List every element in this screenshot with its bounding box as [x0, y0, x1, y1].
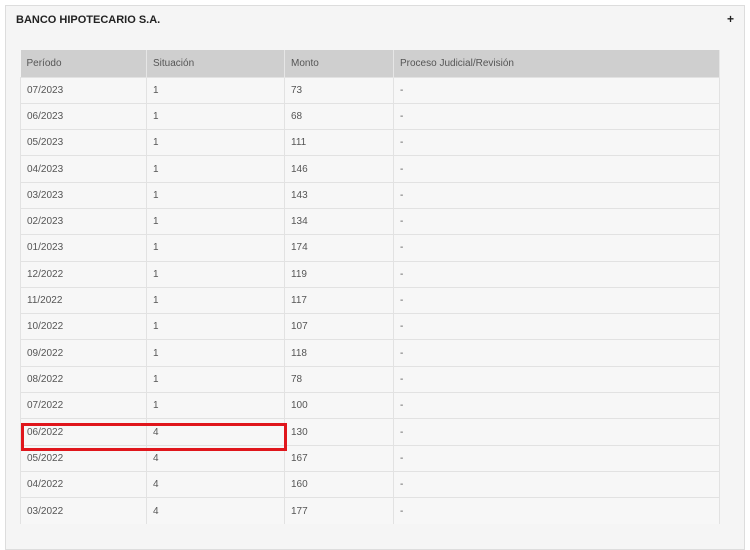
cell-situacion: 1 [146, 392, 285, 419]
cell-monto: 167 [284, 444, 394, 472]
table-row: 03/2023 1 143- [20, 181, 720, 209]
cell-monto: 174 [284, 234, 394, 262]
table-row: 08/2022 1 78- [20, 365, 720, 393]
cell-periodo: 04/2023 [20, 155, 147, 183]
cell-periodo: 04/2022 [20, 470, 147, 498]
cell-monto: 177 [284, 497, 394, 525]
table-row: 07/2023 1 73- [20, 76, 720, 104]
cell-monto: 118 [284, 339, 394, 367]
cell-proceso: - [393, 260, 720, 288]
cell-periodo: 03/2022 [20, 497, 147, 525]
cell-proceso: - [393, 497, 720, 525]
table-row: 05/2023 1 111- [20, 129, 720, 156]
cell-proceso: - [393, 234, 720, 262]
table-row: 03/2022 4 177- [20, 497, 720, 525]
cell-periodo: 02/2023 [20, 207, 147, 235]
cell-situacion: 1 [146, 155, 285, 183]
column-header-monto: Monto [284, 50, 394, 77]
cell-proceso: - [393, 339, 720, 367]
expand-icon[interactable]: + [727, 12, 734, 26]
cell-periodo: 09/2022 [20, 339, 147, 367]
cell-proceso: - [393, 365, 720, 393]
cell-monto: 130 [284, 418, 394, 446]
cell-proceso: - [393, 155, 720, 183]
cell-monto: 143 [284, 181, 394, 209]
cell-monto: 160 [284, 470, 394, 498]
panel-title: BANCO HIPOTECARIO S.A. [16, 14, 161, 26]
cell-proceso: - [393, 76, 720, 104]
cell-monto: 73 [284, 76, 394, 104]
cell-monto: 100 [284, 392, 394, 419]
table-row: 06/2023 1 68- [20, 102, 720, 130]
cell-situacion: 1 [146, 313, 285, 340]
cell-proceso: - [393, 392, 720, 419]
cell-monto: 111 [284, 129, 394, 156]
cell-proceso: - [393, 286, 720, 314]
cell-proceso: - [393, 418, 720, 446]
cell-situacion: 1 [146, 260, 285, 288]
highlight-box [21, 423, 287, 451]
cell-monto: 117 [284, 286, 394, 314]
cell-periodo: 06/2023 [20, 102, 147, 130]
cell-monto: 78 [284, 365, 394, 393]
cell-monto: 107 [284, 313, 394, 340]
cell-situacion: 1 [146, 129, 285, 156]
cell-proceso: - [393, 444, 720, 472]
cell-situacion: 1 [146, 234, 285, 262]
cell-periodo: 08/2022 [20, 365, 147, 393]
cell-situacion: 1 [146, 207, 285, 235]
cell-periodo: 01/2023 [20, 234, 147, 262]
table-row: 02/2023 1 134- [20, 207, 720, 235]
cell-monto: 68 [284, 102, 394, 130]
cell-monto: 119 [284, 260, 394, 288]
cell-situacion: 4 [146, 470, 285, 498]
column-header-proceso: Proceso Judicial/Revisión [393, 50, 720, 77]
table-row: 09/2022 1 118- [20, 339, 720, 367]
table-row: 04/2022 4 160- [20, 470, 720, 498]
cell-monto: 134 [284, 207, 394, 235]
column-header-situacion: Situación [146, 50, 285, 77]
cell-periodo: 05/2023 [20, 129, 147, 156]
cell-periodo: 11/2022 [20, 286, 147, 314]
cell-situacion: 1 [146, 102, 285, 130]
cell-situacion: 1 [146, 339, 285, 367]
cell-situacion: 1 [146, 181, 285, 209]
cell-situacion: 1 [146, 365, 285, 393]
cell-periodo: 12/2022 [20, 260, 147, 288]
cell-proceso: - [393, 181, 720, 209]
cell-situacion: 4 [146, 497, 285, 525]
table-row: 11/2022 1 117- [20, 286, 720, 314]
cell-periodo: 07/2022 [20, 392, 147, 419]
table-row: 10/2022 1 107- [20, 313, 720, 340]
cell-proceso: - [393, 207, 720, 235]
table-row: 12/2022 1 119- [20, 260, 720, 288]
cell-monto: 146 [284, 155, 394, 183]
column-header-periodo: Período [20, 50, 147, 77]
table-header-row: Período Situación Monto Proceso Judicial… [20, 50, 720, 77]
table-row: 01/2023 1 174- [20, 234, 720, 262]
panel-header[interactable]: BANCO HIPOTECARIO S.A. + [6, 6, 744, 36]
cell-periodo: 03/2023 [20, 181, 147, 209]
history-table: Período Situación Monto Proceso Judicial… [20, 50, 720, 525]
cell-situacion: 1 [146, 286, 285, 314]
cell-proceso: - [393, 102, 720, 130]
cell-situacion: 1 [146, 76, 285, 104]
cell-proceso: - [393, 470, 720, 498]
cell-periodo: 10/2022 [20, 313, 147, 340]
table-row: 04/2023 1 146- [20, 155, 720, 183]
cell-proceso: - [393, 129, 720, 156]
cell-periodo: 07/2023 [20, 76, 147, 104]
table-row: 07/2022 1 100- [20, 392, 720, 419]
cell-proceso: - [393, 313, 720, 340]
